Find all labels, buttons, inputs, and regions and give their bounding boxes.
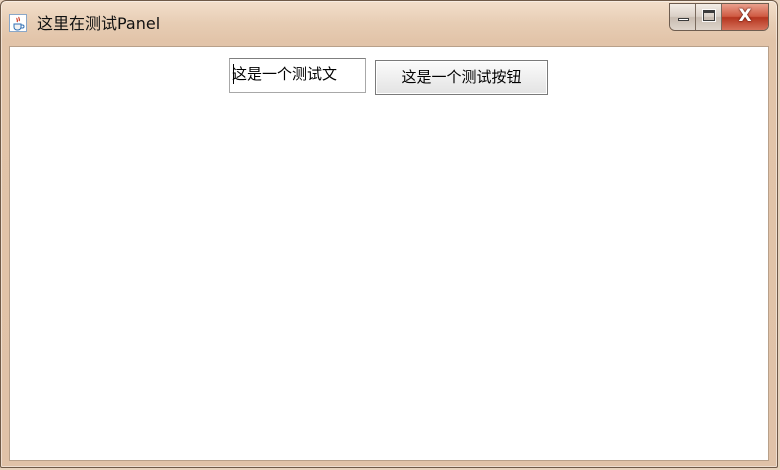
app-window: 这里在测试Panel X 这是一个测试文 这是一个测试按钮: [0, 0, 778, 468]
java-cup-icon: [9, 14, 27, 32]
window-title: 这里在测试Panel: [37, 14, 161, 33]
close-icon: X: [738, 6, 752, 26]
content-panel: 这是一个测试文 这是一个测试按钮: [9, 46, 769, 461]
title-bar[interactable]: 这里在测试Panel X: [1, 1, 777, 45]
text-caret: [233, 64, 234, 84]
text-field-value: 这是一个测试文: [232, 65, 338, 83]
window-controls: X: [669, 3, 769, 31]
maximize-icon: [703, 10, 715, 21]
maximize-button[interactable]: [696, 4, 722, 30]
minimize-button[interactable]: [670, 4, 696, 30]
test-button[interactable]: 这是一个测试按钮: [375, 60, 548, 95]
test-text-field[interactable]: 这是一个测试文: [229, 58, 366, 93]
minimize-icon: [678, 18, 689, 21]
close-button[interactable]: X: [722, 4, 768, 30]
